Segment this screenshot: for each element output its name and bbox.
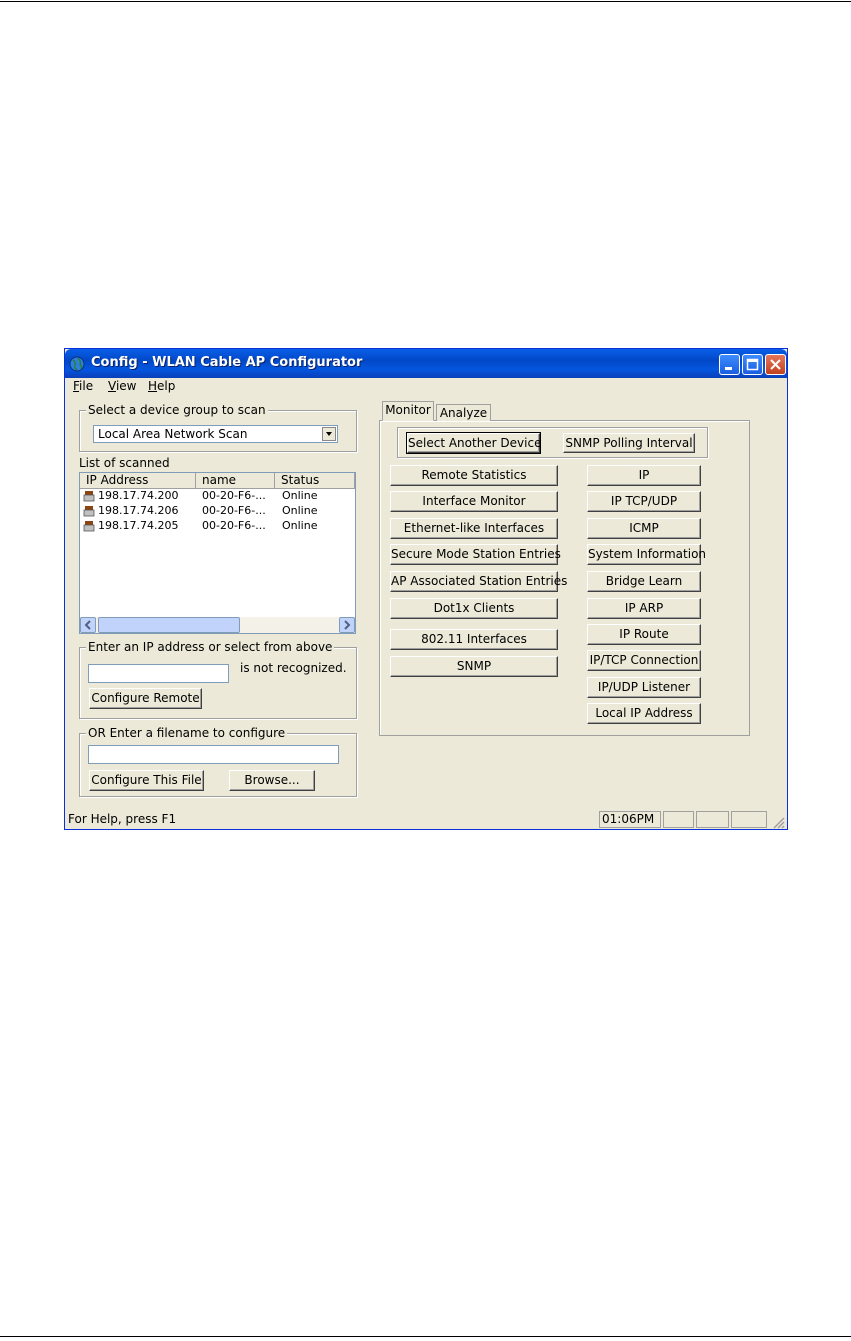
device-group-select[interactable]: Local Area Network Scan [93,425,338,443]
window-title: Config - WLAN Cable AP Configurator [91,355,363,370]
menu-file[interactable]: File [73,379,93,393]
chevron-down-icon[interactable] [322,427,336,441]
list-item[interactable]: 198.17.74.200 00-20-F6-... Online [80,489,355,503]
row-ip: 198.17.74.200 [98,489,179,502]
resize-grip-icon[interactable] [771,815,785,829]
scroll-left-button[interactable] [80,617,96,633]
menu-bar: File View Help [65,378,787,396]
local-ip-address-button[interactable]: Local IP Address [587,703,701,724]
arrow-left-icon [84,620,91,630]
ip-address-field[interactable] [88,664,229,683]
dot1x-clients-button[interactable]: Dot1x Clients [390,598,558,619]
row-name: 00-20-F6-... [202,519,266,532]
browse-button[interactable]: Browse... [229,770,315,791]
filename-field[interactable] [88,745,339,764]
ip-udp-listener-button[interactable]: IP/UDP Listener [587,677,701,698]
status-clock: 01:06PM [599,811,661,828]
tab-monitor[interactable]: Monitor [382,401,434,421]
list-label: List of scanned [79,456,170,470]
row-status: Online [282,504,318,517]
ap-associated-station-entries-button[interactable]: AP Associated Station Entries [390,571,567,592]
list-item[interactable]: 198.17.74.205 00-20-F6-... Online [80,519,355,533]
status-help-text: For Help, press F1 [68,812,177,826]
ip-tcp-udp-button[interactable]: IP TCP/UDP [587,491,701,512]
column-status[interactable]: Status [275,473,355,489]
status-bar: For Help, press F1 01:06PM [65,809,787,829]
ip-button[interactable]: IP [587,465,701,486]
status-pane-2 [696,811,729,828]
system-information-button[interactable]: System Information [587,544,706,565]
ip-arp-button[interactable]: IP ARP [587,598,701,619]
bridge-learn-button[interactable]: Bridge Learn [587,571,701,592]
scan-group-label: Select a device group to scan [86,403,268,417]
device-icon [83,506,95,517]
maximize-button[interactable] [742,354,763,375]
bottom-page-rule [0,1336,851,1337]
row-ip: 198.17.74.206 [98,504,179,517]
row-status: Online [282,489,318,502]
snmp-polling-interval-button[interactable]: SNMP Polling Interval [563,433,695,453]
device-icon [83,491,95,502]
scroll-right-button[interactable] [339,617,355,633]
row-ip: 198.17.74.205 [98,519,179,532]
tab-analyze[interactable]: Analyze [436,404,491,421]
configure-this-file-button[interactable]: Configure This File [89,770,204,791]
not-recognized-text: is not recognized. [240,661,347,675]
horizontal-scrollbar[interactable] [80,617,355,633]
globe-icon [69,356,85,372]
row-status: Online [282,519,318,532]
ip-group-label: Enter an IP address or select from above [86,640,335,654]
configure-remote-button[interactable]: Configure Remote [89,688,202,709]
column-name[interactable]: name [196,473,275,489]
arrow-right-icon [344,620,351,630]
scanned-device-list[interactable]: IP Address name Status 198.17.74.200 00-… [79,472,356,634]
status-pane-3 [731,811,767,828]
ip-route-button[interactable]: IP Route [587,624,701,645]
title-bar[interactable]: Config - WLAN Cable AP Configurator [65,349,787,378]
remote-statistics-button[interactable]: Remote Statistics [390,465,558,486]
minimize-button[interactable] [719,354,740,375]
interface-monitor-button[interactable]: Interface Monitor [390,491,558,512]
device-group-value: Local Area Network Scan [98,427,248,441]
column-ip-address[interactable]: IP Address [80,473,196,489]
menu-view[interactable]: View [108,379,136,393]
icmp-button[interactable]: ICMP [587,518,701,539]
list-item[interactable]: 198.17.74.206 00-20-F6-... Online [80,504,355,518]
select-another-device-button[interactable]: Select Another Device [406,432,541,454]
80211-interfaces-button[interactable]: 802.11 Interfaces [390,629,558,650]
minimize-icon [725,367,732,370]
close-icon [770,359,781,370]
status-pane-1 [663,811,694,828]
close-button[interactable] [765,354,786,375]
file-group-label: OR Enter a filename to configure [86,726,288,740]
maximize-icon [746,358,759,371]
top-page-rule [0,1,851,2]
menu-help[interactable]: Help [148,379,175,393]
ip-tcp-connection-button[interactable]: IP/TCP Connection [587,650,701,671]
row-name: 00-20-F6-... [202,489,266,502]
device-icon [83,521,95,532]
secure-mode-station-entries-button[interactable]: Secure Mode Station Entries [390,544,561,565]
snmp-button[interactable]: SNMP [390,656,558,677]
scroll-thumb[interactable] [98,617,240,633]
ethernet-like-interfaces-button[interactable]: Ethernet-like Interfaces [390,518,558,539]
row-name: 00-20-F6-... [202,504,266,517]
